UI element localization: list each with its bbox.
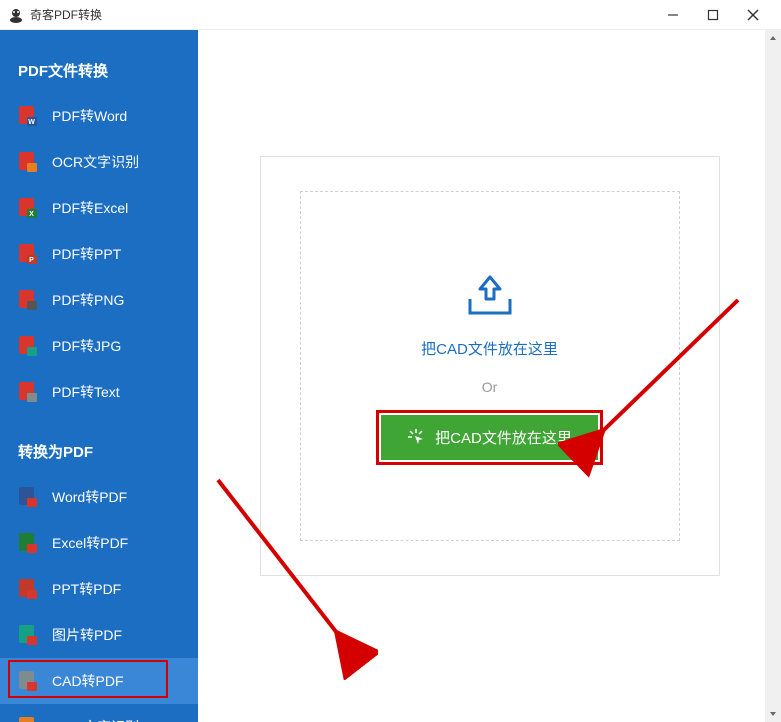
sidebar-item-label: PDF转Excel — [52, 198, 128, 218]
ppt-pdf-icon — [18, 578, 38, 600]
close-button[interactable] — [733, 0, 773, 30]
pdf-png-icon — [18, 289, 38, 311]
sidebar-item-ppt-to-pdf[interactable]: PPT转PDF — [0, 566, 198, 612]
minimize-button[interactable] — [653, 0, 693, 30]
select-file-button[interactable]: 把CAD文件放在这里 — [381, 415, 598, 460]
drop-label: 把CAD文件放在这里 — [421, 338, 558, 359]
sidebar-item-word-to-pdf[interactable]: Word转PDF — [0, 474, 198, 520]
scrollbar-up-arrow[interactable] — [765, 30, 781, 46]
app-icon — [8, 7, 24, 23]
sidebar-item-ocr[interactable]: OCR文字识别 — [0, 139, 198, 185]
svg-text:X: X — [29, 211, 34, 218]
sidebar-item-label: PDF转Word — [52, 106, 127, 126]
sidebar-item-image-to-pdf[interactable]: 图片转PDF — [0, 612, 198, 658]
group-title-pdf-convert: PDF文件转换 — [0, 50, 198, 93]
scrollbar[interactable] — [765, 30, 781, 722]
cursor-spark-icon — [407, 428, 425, 446]
sidebar-item-pdf-to-excel[interactable]: X PDF转Excel — [0, 185, 198, 231]
svg-text:W: W — [28, 119, 35, 126]
sidebar-item-label: PDF转Text — [52, 382, 120, 402]
sidebar-item-pdf-to-png[interactable]: PDF转PNG — [0, 277, 198, 323]
sidebar-item-label: CAD转PDF — [52, 671, 124, 691]
scrollbar-down-arrow[interactable] — [765, 706, 781, 722]
excel-pdf-icon — [18, 532, 38, 554]
pdf-ppt-icon: P — [18, 243, 38, 265]
image-pdf-icon — [18, 624, 38, 646]
titlebar: 奇客PDF转换 — [0, 0, 781, 30]
ocr-pdf-icon — [18, 716, 38, 722]
sidebar-item-ocr-to-pdf[interactable]: OCR文字识别 — [0, 704, 198, 722]
button-label: 把CAD文件放在这里 — [435, 427, 572, 448]
dropzone[interactable]: 把CAD文件放在这里 Or 把CAD文件放在这里 — [300, 191, 680, 541]
sidebar-item-label: PDF转JPG — [52, 336, 121, 356]
pdf-text-icon — [18, 381, 38, 403]
maximize-button[interactable] — [693, 0, 733, 30]
sidebar-item-pdf-to-jpg[interactable]: PDF转JPG — [0, 323, 198, 369]
upload-icon — [462, 273, 518, 322]
sidebar: PDF文件转换 W PDF转Word OCR文字识别 X PDF转Excel P… — [0, 30, 198, 722]
sidebar-item-cad-to-pdf[interactable]: CAD转PDF — [0, 658, 198, 704]
sidebar-item-label: PPT转PDF — [52, 579, 121, 599]
pdf-jpg-icon — [18, 335, 38, 357]
sidebar-item-excel-to-pdf[interactable]: Excel转PDF — [0, 520, 198, 566]
window-title: 奇客PDF转换 — [30, 6, 653, 23]
main-area: 把CAD文件放在这里 Or 把CAD文件放在这里 — [198, 30, 781, 722]
sidebar-item-label: Word转PDF — [52, 487, 127, 507]
pdf-word-icon: W — [18, 105, 38, 127]
sidebar-item-pdf-to-ppt[interactable]: P PDF转PPT — [0, 231, 198, 277]
word-pdf-icon — [18, 486, 38, 508]
sidebar-item-pdf-to-word[interactable]: W PDF转Word — [0, 93, 198, 139]
pdf-excel-icon: X — [18, 197, 38, 219]
sidebar-item-label: OCR文字识别 — [52, 152, 139, 172]
sidebar-item-label: PDF转PPT — [52, 244, 121, 264]
cad-pdf-icon — [18, 670, 38, 692]
sidebar-item-label: OCR文字识别 — [52, 717, 139, 722]
or-label: Or — [482, 379, 498, 395]
pdf-ocr-icon — [18, 151, 38, 173]
svg-text:P: P — [29, 257, 34, 264]
sidebar-item-label: Excel转PDF — [52, 533, 128, 553]
sidebar-item-label: PDF转PNG — [52, 290, 124, 310]
sidebar-item-pdf-to-text[interactable]: PDF转Text — [0, 369, 198, 415]
sidebar-item-label: 图片转PDF — [52, 625, 122, 645]
panel: 把CAD文件放在这里 Or 把CAD文件放在这里 — [260, 156, 720, 576]
group-title-to-pdf: 转换为PDF — [0, 431, 198, 474]
